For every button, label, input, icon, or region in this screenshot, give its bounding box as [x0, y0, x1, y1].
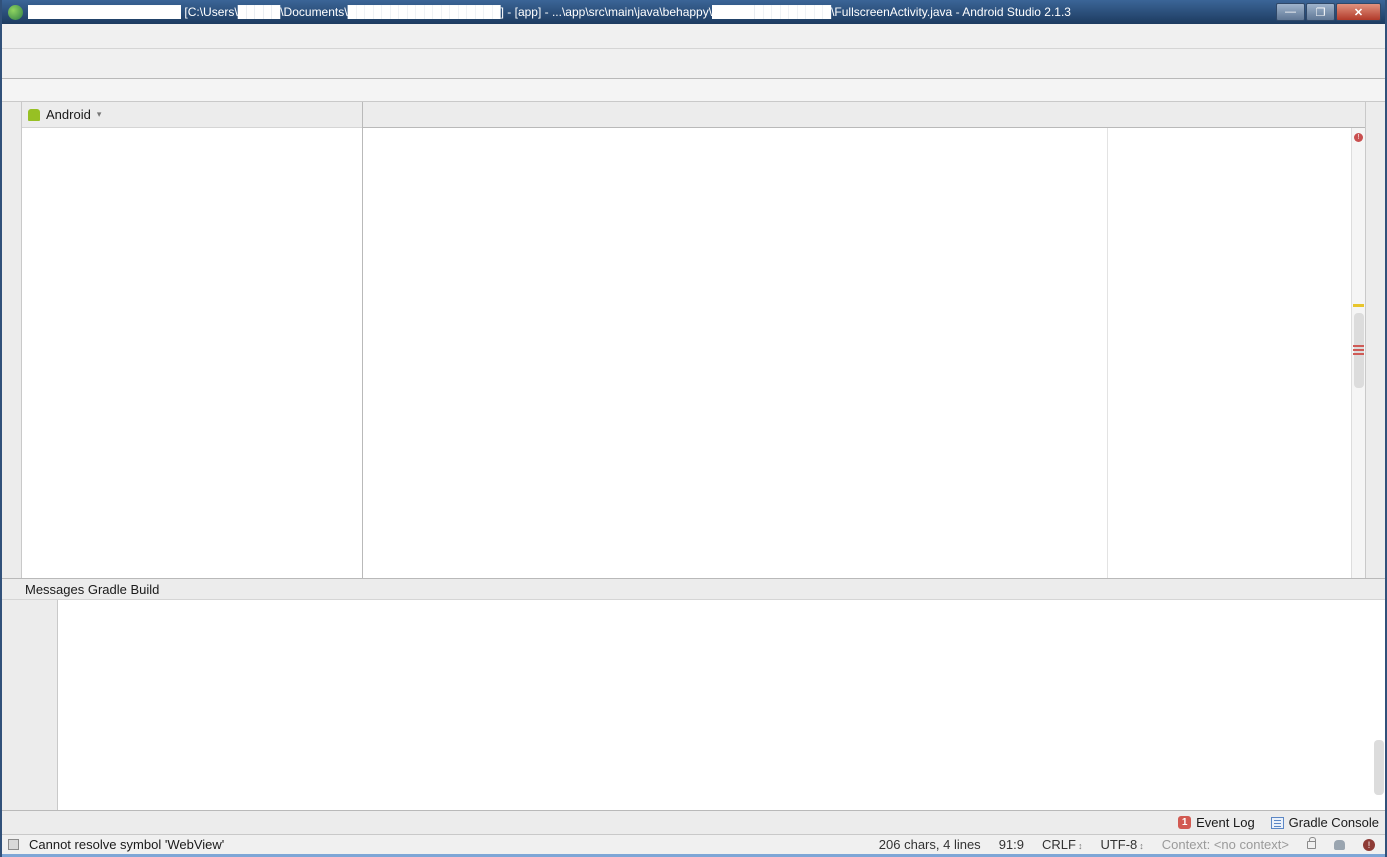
char-count: 206 chars, 4 lines [879, 837, 981, 852]
minimize-button[interactable]: — [1276, 3, 1305, 21]
messages-toolbar [2, 600, 58, 810]
editor-area: ! [363, 102, 1365, 578]
error-stripe-mark[interactable] [1353, 353, 1364, 355]
editor-error-stripe[interactable]: ! [1351, 128, 1365, 578]
project-tree [22, 128, 362, 132]
messages-panel-title: Messages Gradle Build [25, 582, 159, 597]
event-log-badge: 1 [1178, 816, 1191, 829]
right-margin-guide [1107, 128, 1108, 578]
gradle-console-button[interactable]: Gradle Console [1271, 815, 1379, 830]
messages-panel: Messages Gradle Build [2, 578, 1385, 810]
close-button[interactable]: ✕ [1336, 3, 1381, 21]
status-bar: Cannot resolve symbol 'WebView' 206 char… [2, 834, 1385, 857]
line-ending-selector[interactable]: CRLF↕ [1042, 837, 1082, 852]
main-toolbar [2, 49, 1385, 79]
messages-scrollbar[interactable] [1374, 740, 1384, 795]
tool-window-bar: 1 Event Log Gradle Console [2, 810, 1385, 834]
error-stripe-mark[interactable] [1353, 345, 1364, 347]
menu-bar [2, 24, 1385, 49]
code-editor[interactable] [363, 128, 1351, 578]
project-panel: Android ▾ [22, 102, 363, 578]
window-title: ██████████████████ [C:\Users\█████\Docum… [28, 5, 1270, 19]
event-log-button[interactable]: 1 Event Log [1178, 815, 1255, 830]
android-studio-logo-icon [8, 5, 23, 20]
title-bar: ██████████████████ [C:\Users\█████\Docum… [2, 0, 1385, 24]
error-indicator-icon: ! [1354, 133, 1363, 142]
messages-list [58, 600, 1385, 810]
left-tool-stripe [2, 102, 22, 578]
android-icon [28, 109, 40, 121]
caret-position[interactable]: 91:9 [999, 837, 1024, 852]
maximize-button[interactable]: ❐ [1306, 3, 1335, 21]
error-notification-icon[interactable]: ! [1363, 839, 1375, 851]
chevron-down-icon[interactable]: ▾ [97, 109, 102, 120]
tool-window-switcher-icon[interactable] [8, 839, 19, 850]
project-panel-header: Android ▾ [22, 102, 362, 128]
highlighting-level-icon[interactable] [1334, 840, 1345, 850]
encoding-selector[interactable]: UTF-8↕ [1100, 837, 1143, 852]
context-indicator[interactable]: Context: <no context> [1162, 837, 1289, 852]
status-message: Cannot resolve symbol 'WebView' [29, 837, 224, 852]
project-view-selector[interactable]: Android [46, 107, 91, 122]
lock-icon[interactable] [1307, 841, 1316, 849]
console-icon [1271, 817, 1284, 829]
editor-tab-bar [363, 102, 1365, 128]
breadcrumb [2, 79, 1385, 102]
right-tool-stripe [1365, 102, 1385, 578]
warning-stripe-mark[interactable] [1353, 304, 1364, 307]
error-stripe-mark[interactable] [1353, 349, 1364, 351]
